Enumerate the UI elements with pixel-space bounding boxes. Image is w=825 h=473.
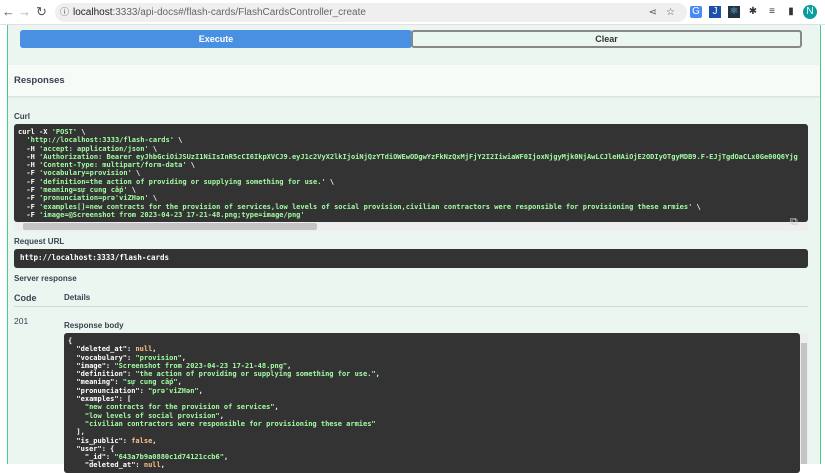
curl-label: Curl — [14, 112, 30, 121]
curl-line: -F 'vocabulary=provision' \ — [18, 169, 141, 178]
json-line: "user": { — [68, 444, 115, 453]
url-path: :3333/api-docs#/flash-cards/FlashCardsCo… — [112, 7, 366, 18]
json-line: "examples": [ — [68, 395, 132, 404]
json-line: "deleted_at": null, — [68, 461, 165, 470]
reload-icon[interactable]: ↻ — [36, 4, 47, 20]
divider — [14, 306, 808, 307]
request-url-label: Request URL — [14, 237, 65, 246]
url-host: localhost — [73, 7, 113, 18]
curl-scrollbar[interactable] — [14, 222, 808, 231]
response-body-label: Response body — [64, 321, 124, 330]
curl-line: -F 'meaning=sự cung cấp' \ — [18, 186, 137, 195]
server-response-label: Server response — [14, 274, 77, 283]
j-extension-icon[interactable]: J — [709, 6, 721, 18]
json-line: "civilian contractors were responsible f… — [84, 419, 376, 428]
request-url-value: http://localhost:3333/flash-cards — [14, 249, 808, 268]
extensions-puzzle-icon[interactable]: ✱ — [747, 6, 759, 18]
json-line: "image": "Screenshot from 2023-04-23 17-… — [68, 361, 292, 370]
json-line: "deleted_at": null, — [68, 345, 157, 354]
scrollbar-thumb[interactable] — [23, 223, 317, 230]
bookmark-star-icon[interactable]: ☆ — [666, 3, 675, 22]
scrollbar-thumb[interactable] — [801, 343, 807, 464]
info-icon[interactable]: ⓘ — [60, 3, 69, 22]
side-panel-icon[interactable]: ▮ — [785, 6, 797, 18]
curl-line: 'http://localhost:3333/flash-cards' \ — [26, 136, 183, 145]
profile-avatar[interactable]: N — [803, 5, 817, 19]
clear-button[interactable]: Clear — [411, 30, 802, 48]
curl-line: -F 'image=@Screenshot from 2023-04-23 17… — [18, 210, 305, 219]
details-column-header: Details — [64, 293, 91, 302]
react-devtools-icon[interactable]: ⚛ — [728, 6, 740, 18]
code-column-header: Code — [14, 293, 37, 303]
forward-icon[interactable]: → — [18, 4, 31, 19]
translate-extension-icon[interactable]: G — [690, 6, 702, 18]
curl-line: -F 'pronunciation=prə'viZHən' \ — [18, 194, 158, 203]
json-line: "definition": "the action of providing o… — [68, 370, 380, 379]
execute-button[interactable]: Execute — [20, 30, 412, 48]
json-line: "pronunciation": "prə'viZHən", — [68, 386, 203, 395]
json-line: { — [68, 337, 73, 345]
json-line: "low levels of social provision", — [84, 411, 224, 420]
json-line: "meaning": "sự cung cấp", — [68, 378, 182, 387]
curl-line: -H 'accept: application/json' \ — [18, 144, 158, 153]
responses-title: Responses — [14, 75, 65, 86]
browser-toolbar: ← → ↻ ⓘ localhost:3333/api-docs#/flash-c… — [0, 0, 825, 25]
curl-line: curl -X 'POST' \ — [18, 128, 86, 136]
json-line: "is_public": false, — [68, 436, 157, 445]
curl-line: -F 'definition=the action of providing o… — [18, 177, 335, 186]
json-line: "_id": "643a7b9a0880c1d74121ccb6", — [68, 453, 229, 462]
back-icon[interactable]: ← — [2, 4, 15, 19]
responses-header: Responses — [8, 65, 820, 96]
curl-line: -F 'examples[]=new contracts for the pro… — [18, 202, 701, 211]
curl-line: -H 'Authorization: Bearer eyJhbGciOiJSUz… — [18, 152, 798, 161]
share-icon[interactable]: ⋖ — [649, 3, 657, 22]
json-line: ], — [68, 428, 85, 437]
reading-list-icon[interactable]: ≡ — [766, 6, 778, 18]
curl-line: -H 'Content-Type: multipart/form-data' \ — [18, 161, 196, 170]
address-bar[interactable]: ⓘ localhost:3333/api-docs#/flash-cards/F… — [55, 3, 687, 22]
copy-to-clipboard-icon[interactable]: ⧉ — [790, 216, 798, 229]
response-body-code-block[interactable]: { "deleted_at": null, "vocabulary": "pro… — [64, 333, 800, 473]
json-line: "new contracts for the provision of serv… — [84, 403, 279, 412]
response-body-scrollbar[interactable] — [800, 333, 808, 464]
curl-code-block[interactable]: curl -X 'POST' \ 'http://localhost:3333/… — [14, 124, 808, 222]
response-status-code: 201 — [14, 316, 29, 326]
json-line: "vocabulary": "provision", — [68, 353, 187, 362]
